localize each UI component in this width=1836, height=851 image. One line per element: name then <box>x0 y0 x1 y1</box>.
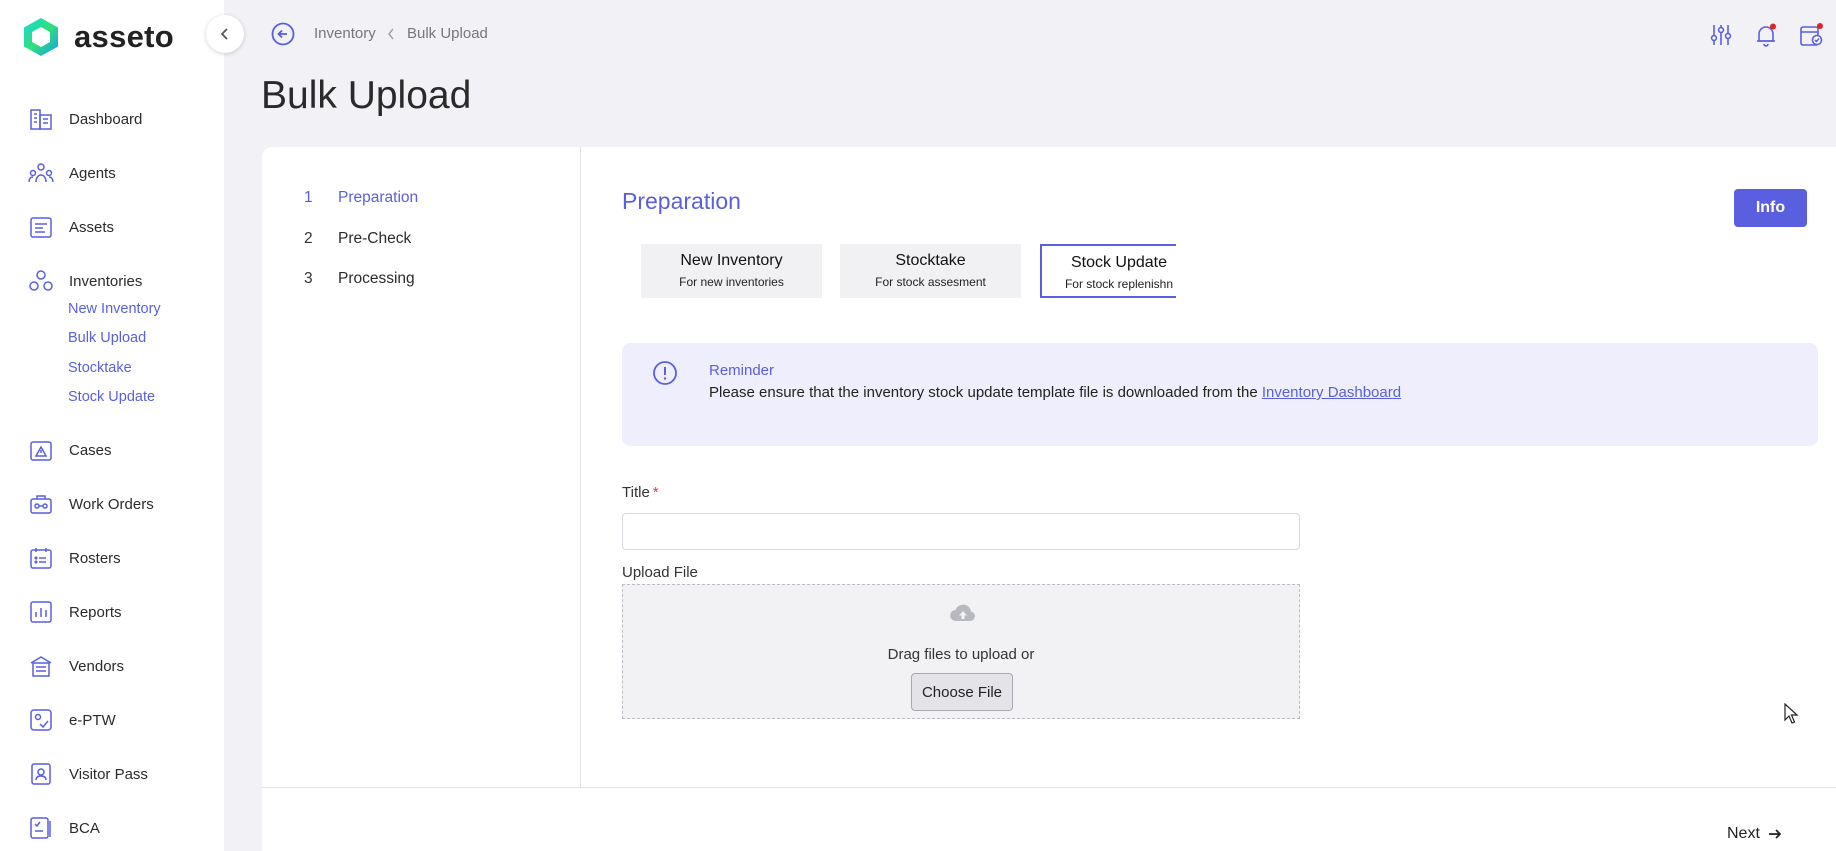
reports-icon <box>28 599 54 625</box>
stepper: 1 Preparation 2 Pre-Check 3 Processing <box>262 147 581 787</box>
sidebar-item-label: Visitor Pass <box>69 765 148 783</box>
sidebar-item-label: Inventories <box>69 272 143 290</box>
sidebar-item-agents[interactable]: Agents <box>28 158 116 188</box>
reminder-message: Please ensure that the inventory stock u… <box>709 384 1262 401</box>
upload-file-label: Upload File <box>622 564 698 581</box>
collapse-sidebar-button[interactable] <box>206 15 244 53</box>
sidebar-item-label: Rosters <box>69 549 121 567</box>
page-title: Bulk Upload <box>261 74 472 117</box>
asseto-logo-icon <box>24 18 58 56</box>
bca-icon <box>28 815 54 841</box>
dashboard-icon <box>28 106 54 132</box>
upload-type-subtitle: For stock assesment <box>875 275 986 289</box>
step-preparation[interactable]: 1 Preparation <box>304 189 418 207</box>
upload-type-subtitle: For stock replenishn <box>1064 277 1174 291</box>
notification-bell-icon[interactable] <box>1753 22 1779 48</box>
chevron-left-icon <box>388 28 394 40</box>
required-asterisk: * <box>652 484 659 501</box>
rosters-icon <box>28 545 54 571</box>
sidebar-item-dashboard[interactable]: Dashboard <box>28 104 142 134</box>
breadcrumb-current: Bulk Upload <box>407 25 488 42</box>
step-number: 1 <box>304 189 313 206</box>
work-orders-icon <box>28 491 54 517</box>
section-title: Preparation <box>622 188 741 214</box>
sidebar-item-label: Reports <box>69 603 122 621</box>
exclamation-circle-icon <box>653 361 677 385</box>
title-input[interactable] <box>622 513 1300 550</box>
assets-icon <box>28 214 54 240</box>
inventory-dashboard-link[interactable]: Inventory Dashboard <box>1262 384 1401 401</box>
sidebar-item-eptw[interactable]: e-PTW <box>28 705 116 735</box>
upload-type-subtitle: For new inventories <box>679 275 784 289</box>
inventories-icon <box>28 268 54 294</box>
upload-type-title: Stocktake <box>895 252 966 269</box>
upload-type-new-inventory[interactable]: New Inventory For new inventories <box>641 244 822 298</box>
upload-type-title: New Inventory <box>680 252 783 269</box>
sidebar-item-assets[interactable]: Assets <box>28 212 114 242</box>
step-number: 3 <box>304 270 313 287</box>
step-label: Processing <box>338 270 415 287</box>
sidebar-item-label: Vendors <box>69 657 125 675</box>
sidebar-item-label: Assets <box>69 218 115 236</box>
visitor-pass-icon <box>28 761 54 787</box>
mouse-cursor-icon <box>1784 703 1799 724</box>
sidebar-item-visitor-pass[interactable]: Visitor Pass <box>28 759 148 789</box>
next-label: Next <box>1727 825 1760 842</box>
sidebar-item-label: Cases <box>69 441 112 459</box>
sidebar-item-reports[interactable]: Reports <box>28 597 122 627</box>
cases-icon <box>28 437 54 463</box>
upload-type-title: Stock Update <box>1070 254 1168 271</box>
upload-type-stock-update[interactable]: Stock Update For stock replenishn <box>1040 244 1176 298</box>
sidebar-item-label: e-PTW <box>69 711 116 729</box>
breadcrumb-parent[interactable]: Inventory <box>314 25 376 42</box>
logo[interactable]: asseto <box>20 14 174 60</box>
sidebar-item-label: Work Orders <box>69 495 154 513</box>
reminder-text: Please ensure that the inventory stock u… <box>709 384 1401 401</box>
file-dropzone[interactable]: Drag files to upload or Choose File <box>622 584 1300 719</box>
vendors-icon <box>28 653 54 679</box>
agents-icon <box>28 160 54 186</box>
chevron-left-icon <box>220 28 228 40</box>
title-label: Title * <box>622 484 659 501</box>
arrow-right-icon <box>1768 829 1782 839</box>
title-label-text: Title <box>622 484 650 501</box>
step-pre-check[interactable]: 2 Pre-Check <box>304 230 411 248</box>
sidebar-item-cases[interactable]: Cases <box>28 435 112 465</box>
sidebar-item-bca[interactable]: BCA <box>28 813 100 843</box>
sidebar-item-label: Agents <box>69 164 116 182</box>
step-number: 2 <box>304 230 313 247</box>
eptw-icon <box>28 707 54 733</box>
drag-files-text: Drag files to upload or <box>887 646 1035 663</box>
info-button[interactable]: Info <box>1734 189 1807 227</box>
upload-type-stocktake[interactable]: Stocktake For stock assesment <box>840 244 1021 298</box>
filter-sliders-icon[interactable] <box>1708 22 1734 48</box>
step-label: Preparation <box>338 189 419 206</box>
bulk-upload-card: 1 Preparation 2 Pre-Check 3 Processing Prep… <box>262 147 1836 851</box>
sidebar-subitem-new-inventory[interactable]: New Inventory <box>68 301 161 317</box>
next-button[interactable]: Next <box>1727 820 1783 848</box>
sidebar-item-inventories[interactable]: Inventories <box>28 266 142 296</box>
sidebar-item-label: BCA <box>69 819 100 837</box>
sidebar-subitem-bulk-upload[interactable]: Bulk Upload <box>68 330 146 346</box>
sidebar-subitem-stocktake[interactable]: Stocktake <box>68 360 132 376</box>
footer-divider <box>262 787 1836 788</box>
app-name: asseto <box>74 19 175 54</box>
sidebar-item-work-orders[interactable]: Work Orders <box>28 489 154 519</box>
sidebar: asseto Dashboard Agents Assets Inventori… <box>0 0 224 851</box>
back-arrow-icon[interactable] <box>270 21 296 47</box>
cloud-upload-icon <box>950 604 975 622</box>
step-label: Pre-Check <box>338 230 412 247</box>
sidebar-item-rosters[interactable]: Rosters <box>28 543 121 573</box>
step-processing[interactable]: 3 Processing <box>304 270 415 288</box>
choose-file-button[interactable]: Choose File <box>911 673 1013 711</box>
sidebar-subitem-stock-update[interactable]: Stock Update <box>68 389 155 405</box>
task-calendar-icon[interactable] <box>1798 22 1824 48</box>
reminder-banner: Reminder Please ensure that the inventor… <box>622 343 1818 446</box>
sidebar-item-vendors[interactable]: Vendors <box>28 651 124 681</box>
reminder-title: Reminder <box>709 362 775 379</box>
sidebar-item-label: Dashboard <box>69 110 143 128</box>
